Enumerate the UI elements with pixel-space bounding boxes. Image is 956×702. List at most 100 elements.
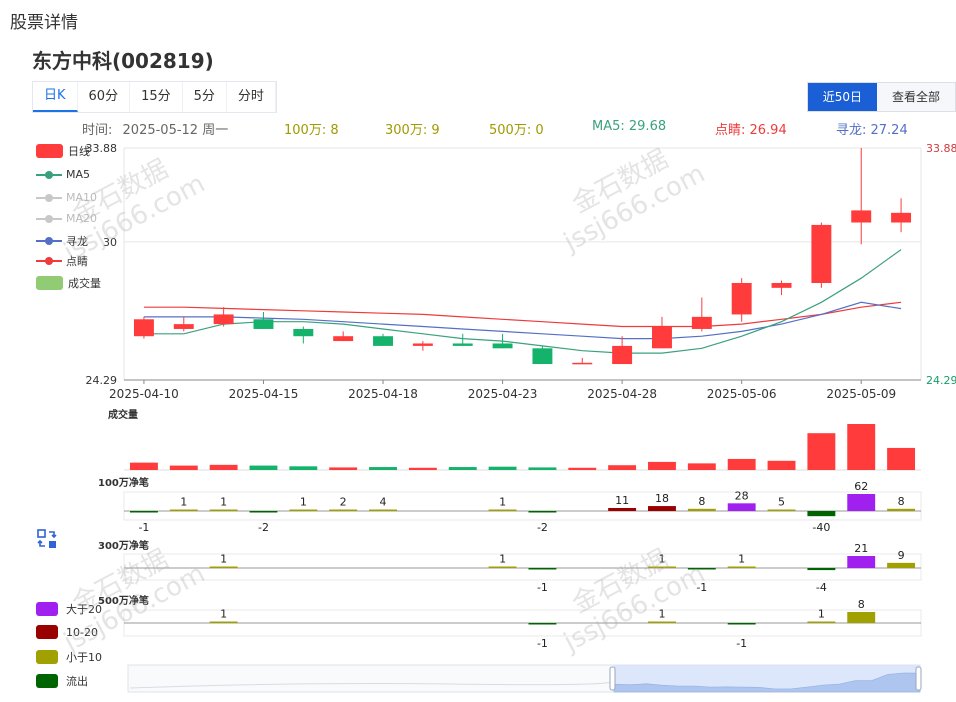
flow-data-label: 21 [854,542,868,555]
x-tick-label: 2025-05-09 [826,387,896,401]
flow-panel-frame [123,491,922,521]
candle-body [373,336,393,346]
candle-body [532,348,553,365]
stock-chart[interactable]: 33.883024.2933.8824.292025-04-10 2025-04-… [0,0,956,702]
flow-bar [289,509,318,511]
flow-bar [369,509,397,511]
legend-ma10[interactable]: MA10 [36,191,97,204]
volume-bar [488,466,517,470]
volume-bar [847,424,876,470]
candle-body [412,343,433,346]
y-right-high-label: 33.88 [926,142,956,155]
x-tick-label: 2025-04-18 [348,387,418,401]
x-tick-label: 2025-04-28 [587,387,657,401]
flow-data-label: -1 [696,581,707,594]
legend-xunlong-label: 寻龙 [66,235,88,248]
candle-body [891,212,912,223]
flow-data-label: 1 [499,553,506,566]
legend-ma10-swatch [36,192,62,204]
flow-legend-outflow[interactable]: 流出 [36,673,88,689]
flow-panel-title: 100万净笔 [98,476,149,489]
volume-bar [408,467,437,470]
legend-xunlong[interactable]: 寻龙 [36,233,88,249]
flow-bar [807,511,836,517]
flow-panel-title: 500万净笔 [98,594,149,607]
flow-data-label: 11 [615,494,629,507]
flow-bar [528,568,557,570]
flow-bar [847,494,876,511]
legend-ma20[interactable]: MA20 [36,212,97,225]
legend-daily-swatch [36,144,63,158]
volume-bar [767,460,796,470]
legend-dianjing[interactable]: 点睛 [36,253,88,269]
legend-ma20-swatch [36,213,62,225]
legend-ma5[interactable]: MA5 [36,168,90,181]
candle-body [811,224,832,283]
flow-data-label: 1 [220,608,227,621]
flow-data-label: -2 [258,521,269,534]
flow-legend-outflow-swatch [36,674,58,688]
candle-body [452,343,473,346]
flow-data-label: 1 [658,553,665,566]
flow-data-label: 1 [220,496,227,509]
flow-bar [209,509,238,511]
volume-bar [329,467,358,470]
flow-legend-lt10[interactable]: 小于10 [36,649,102,665]
flow-bar [648,506,676,511]
candle-body [771,282,792,288]
legend-volume-swatch [36,276,63,290]
flow-panel-frame [123,553,922,581]
x-tick-label: 2025-04-10 [109,387,179,401]
candle-body [133,319,154,337]
flow-bar [887,562,916,568]
flow-data-label: 1 [180,496,187,509]
volume-bar [209,464,238,470]
candle-body [173,324,194,329]
flow-bar [129,511,158,513]
volume-bar [448,467,477,470]
candle-body [612,345,633,365]
flow-legend-lt10-swatch [36,650,58,664]
volume-bar [687,463,716,470]
zoom-left-handle [609,666,616,691]
legend-dianjing-swatch [36,255,62,267]
flow-bar [648,566,676,568]
legend-daily-line[interactable]: 日线 [36,143,90,159]
refresh-icon[interactable] [36,528,58,550]
ma5-line [143,249,902,354]
flow-bar [169,509,198,511]
flow-bar [807,568,836,571]
flow-legend-10-20[interactable]: 10-20 [36,625,98,639]
flow-data-label: 18 [655,492,669,505]
flow-bar [209,566,238,568]
volume-bar [129,462,158,470]
flow-bar [687,568,716,570]
flow-data-label: 1 [818,608,825,621]
candle-body [253,319,274,329]
volume-title: 成交量 [108,408,138,421]
flow-legend-gt20[interactable]: 大于20 [36,601,102,617]
flow-bar [249,511,278,513]
flow-data-label: -1 [736,637,747,650]
flow-bar [727,566,756,568]
flow-data-label: -1 [537,637,548,650]
flow-bar [488,566,517,568]
flow-data-label: 4 [380,496,387,509]
flow-bar [767,509,796,511]
flow-data-label: -4 [816,581,827,594]
flow-bar [807,621,836,623]
volume-bar [369,467,397,470]
y-tick-label: 24.29 [86,374,118,387]
flow-legend-gt20-swatch [36,602,58,616]
flow-bar [209,621,238,623]
y-right-low-label: 24.29 [926,374,956,387]
candle-body [333,336,354,342]
flow-bar [687,508,716,511]
candle-body [293,328,314,337]
candle-body [851,210,872,223]
flow-data-label: -1 [537,581,548,594]
legend-volume[interactable]: 成交量 [36,275,101,291]
x-tick-label: 2025-04-15 [229,387,299,401]
legend-ma10-label: MA10 [66,191,98,204]
flow-legend-10-20-label: 10-20 [66,625,98,639]
